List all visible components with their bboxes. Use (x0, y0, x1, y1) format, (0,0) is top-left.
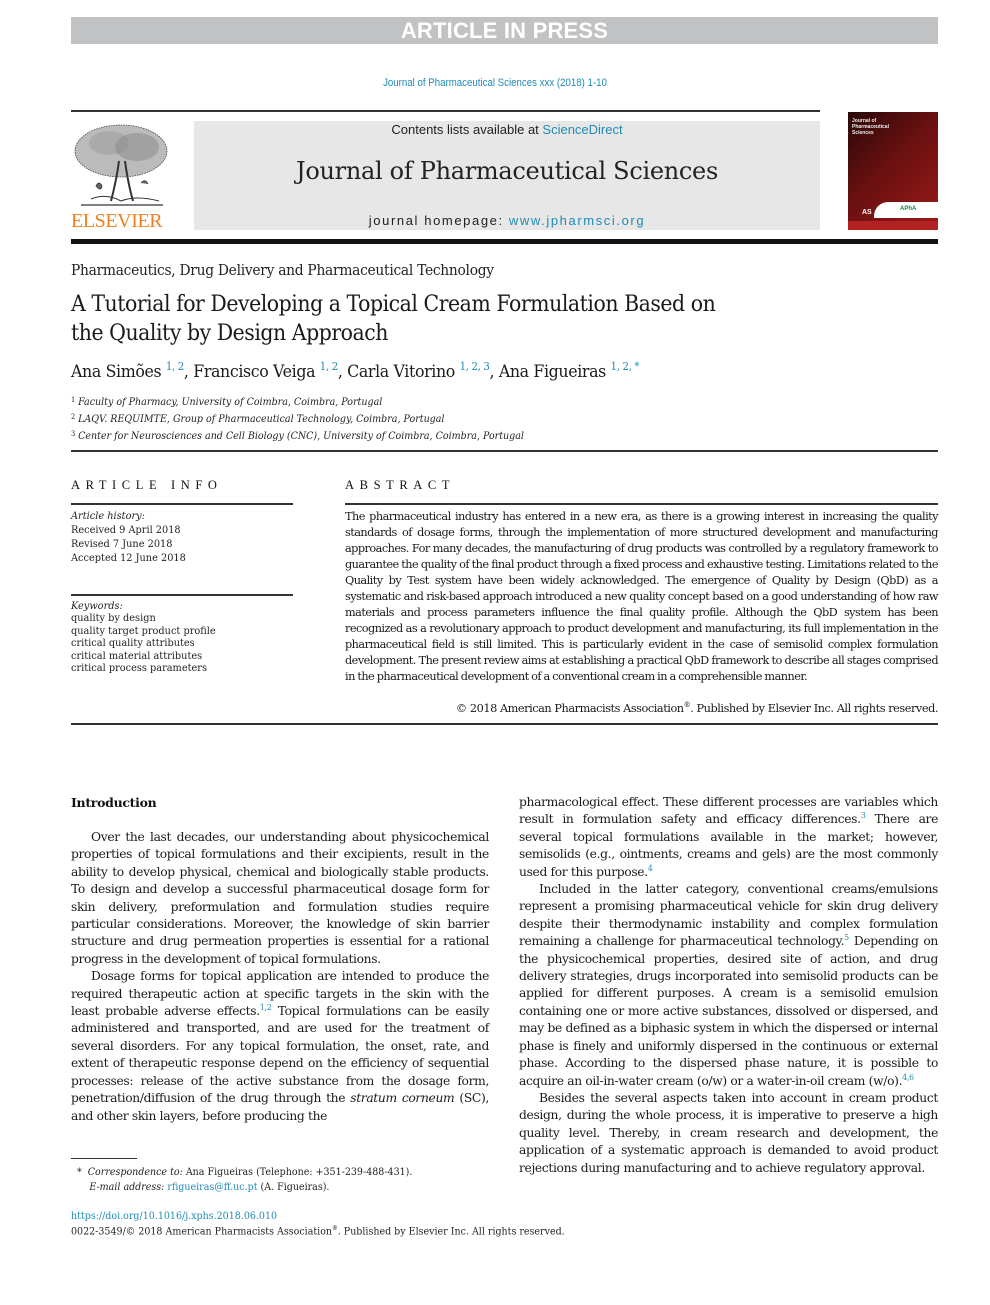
cover-publisher-badge: APhA (874, 202, 938, 218)
journal-title: Journal of Pharmaceutical Sciences (296, 157, 718, 185)
keyword-item[interactable]: critical material attributes (71, 650, 216, 662)
sciencedirect-link[interactable]: ScienceDirect (542, 122, 622, 137)
author-name[interactable]: Ana Simões (71, 362, 162, 382)
author-affiliation-refs[interactable]: 1, 2 (166, 360, 184, 373)
email-line: E-mail address: rfigueiras@ff.uc.pt (A. … (77, 1180, 412, 1195)
journal-cover-image[interactable]: Journal of Pharmaceutical Sciences AS AP… (848, 112, 938, 230)
journal-homepage: journal homepage: www.jpharmsci.org (194, 213, 820, 228)
article-in-press-banner: ARTICLE IN PRESS (71, 17, 938, 44)
section-label: Pharmaceutics, Drug Delivery and Pharmac… (71, 261, 494, 279)
keyword-item[interactable]: critical process parameters (71, 662, 216, 674)
affiliation-item: 3 Center for Neurosciences and Cell Biolo… (71, 427, 524, 444)
correspondence-footnote: * Correspondence to: Ana Figueiras (Tele… (77, 1165, 412, 1195)
divider (71, 450, 938, 452)
author-affiliation-refs[interactable]: 1, 2, 3 (460, 360, 490, 373)
email-link[interactable]: rfigueiras@ff.uc.pt (167, 1182, 257, 1193)
affiliation-number: 1 (71, 396, 76, 404)
affiliation-list: 1 Faculty of Pharmacy, University of Coim… (71, 393, 524, 444)
elsevier-logo[interactable]: ELSEVIER (71, 121, 171, 233)
affiliation-number: 2 (71, 413, 76, 421)
paragraph: Dosage forms for topical application are… (71, 968, 489, 1125)
copyright-text: © 2018 American Pharmacists Association (455, 701, 684, 715)
header-rule (71, 110, 820, 112)
article-info-heading: ARTICLE INFO (71, 478, 223, 492)
paragraph-text: Topical formulations can be easily admin… (71, 1004, 489, 1106)
history-item: Received 9 April 2018 (71, 524, 181, 536)
contents-prefix: Contents lists available at (391, 122, 543, 137)
body-column-right: pharmacological effect. These different … (519, 794, 938, 1177)
apha-mark: APhA (900, 206, 917, 212)
author-name[interactable]: Francisco Veiga (193, 362, 315, 382)
affiliation-item: 1 Faculty of Pharmacy, University of Coim… (71, 393, 524, 410)
elsevier-tree-icon (74, 124, 168, 206)
paragraph: Besides the several aspects taken into a… (519, 1090, 938, 1175)
cover-title: Journal of Pharmaceutical Sciences (852, 118, 889, 136)
history-item: Revised 7 June 2018 (71, 538, 173, 550)
copyright-text: . Published by Elsevier Inc. All rights … (690, 701, 938, 715)
affiliation-text: LAQV. REQUIMTE, Group of Pharmaceutical … (78, 414, 445, 425)
footnote-marker: * (77, 1167, 82, 1178)
cover-as-mark: AS (862, 209, 872, 216)
homepage-link[interactable]: www.jpharmsci.org (509, 213, 645, 228)
citation-link[interactable]: 4 (648, 864, 653, 873)
correspondence-line: * Correspondence to: Ana Figueiras (Tele… (77, 1165, 412, 1180)
elsevier-wordmark: ELSEVIER (71, 210, 163, 232)
footnote-rule (71, 1158, 137, 1159)
doi-link[interactable]: https://doi.org/10.1016/j.xphs.2018.06.0… (71, 1211, 277, 1222)
abstract-copyright: © 2018 American Pharmacists Association®… (345, 701, 939, 715)
issn-text: 0022-3549/© 2018 American Pharmacists As… (71, 1226, 333, 1238)
divider (71, 594, 293, 596)
affiliation-number: 3 (71, 430, 76, 438)
paragraph: Over the last decades, our understanding… (71, 830, 489, 966)
citation-link[interactable]: 1,2 (260, 1003, 272, 1012)
keywords: Keywords: quality by design quality targ… (71, 600, 216, 674)
author-affiliation-refs[interactable]: 1, 2, * (611, 360, 640, 373)
journal-citation-link[interactable]: Journal of Pharmaceutical Sciences xxx (… (59, 77, 930, 89)
affiliation-item: 2 LAQV. REQUIMTE, Group of Pharmaceutical… (71, 410, 524, 427)
email-label: E-mail address: (89, 1182, 165, 1193)
history-item: Accepted 12 June 2018 (71, 552, 186, 564)
article-title: A Tutorial for Developing a Topical Crea… (71, 292, 716, 346)
body-column-left: Over the last decades, our understanding… (71, 829, 489, 1125)
issn-text: . Published by Elsevier Inc. All rights … (337, 1226, 565, 1238)
contents-availability: Contents lists available at ScienceDirec… (194, 122, 820, 137)
homepage-prefix: journal homepage: (368, 213, 509, 228)
paragraph: pharmacological effect. These different … (519, 794, 938, 881)
italic-term: stratum corneum (350, 1091, 455, 1106)
email-suffix: (A. Figueiras). (257, 1182, 330, 1193)
history-label: Article history: (71, 510, 145, 522)
divider (71, 503, 293, 505)
article-history: Article history: Received 9 April 2018 R… (71, 509, 186, 565)
author-name[interactable]: Ana Figueiras (499, 362, 606, 382)
journal-masthead: Contents lists available at ScienceDirec… (194, 121, 820, 230)
issn-copyright: 0022-3549/© 2018 American Pharmacists As… (71, 1225, 565, 1237)
paragraph: Included in the latter category, convent… (519, 881, 938, 1090)
paragraph-text: Depending on the physicochemical propert… (519, 934, 938, 1088)
introduction-heading: Introduction (71, 795, 157, 810)
divider (345, 503, 938, 505)
abstract-body: The pharmaceutical industry has entered … (345, 510, 939, 683)
abstract-heading: ABSTRACT (345, 478, 456, 492)
correspondence-label: Correspondence to: (87, 1167, 183, 1178)
keyword-item[interactable]: quality by design (71, 612, 216, 624)
correspondence-text: Ana Figueiras (Telephone: +351-239-488-4… (182, 1167, 413, 1178)
author-affiliation-refs[interactable]: 1, 2 (320, 360, 338, 373)
author-list: Ana Simões 1, 2, Francisco Veiga 1, 2, C… (71, 360, 640, 382)
masthead-rule (71, 239, 938, 244)
keywords-label: Keywords: (71, 600, 123, 612)
cover-footer-band (848, 221, 938, 230)
affiliation-text: Center for Neurosciences and Cell Biolog… (78, 431, 524, 442)
divider (71, 723, 938, 725)
keyword-item[interactable]: quality target product profile (71, 625, 216, 637)
cover-title-line: Sciences (852, 130, 874, 136)
citation-link[interactable]: 4,6 (902, 1073, 914, 1082)
affiliation-text: Faculty of Pharmacy, University of Coimb… (78, 397, 383, 408)
keyword-item[interactable]: critical quality attributes (71, 637, 216, 649)
author-name[interactable]: Carla Vitorino (347, 362, 455, 382)
